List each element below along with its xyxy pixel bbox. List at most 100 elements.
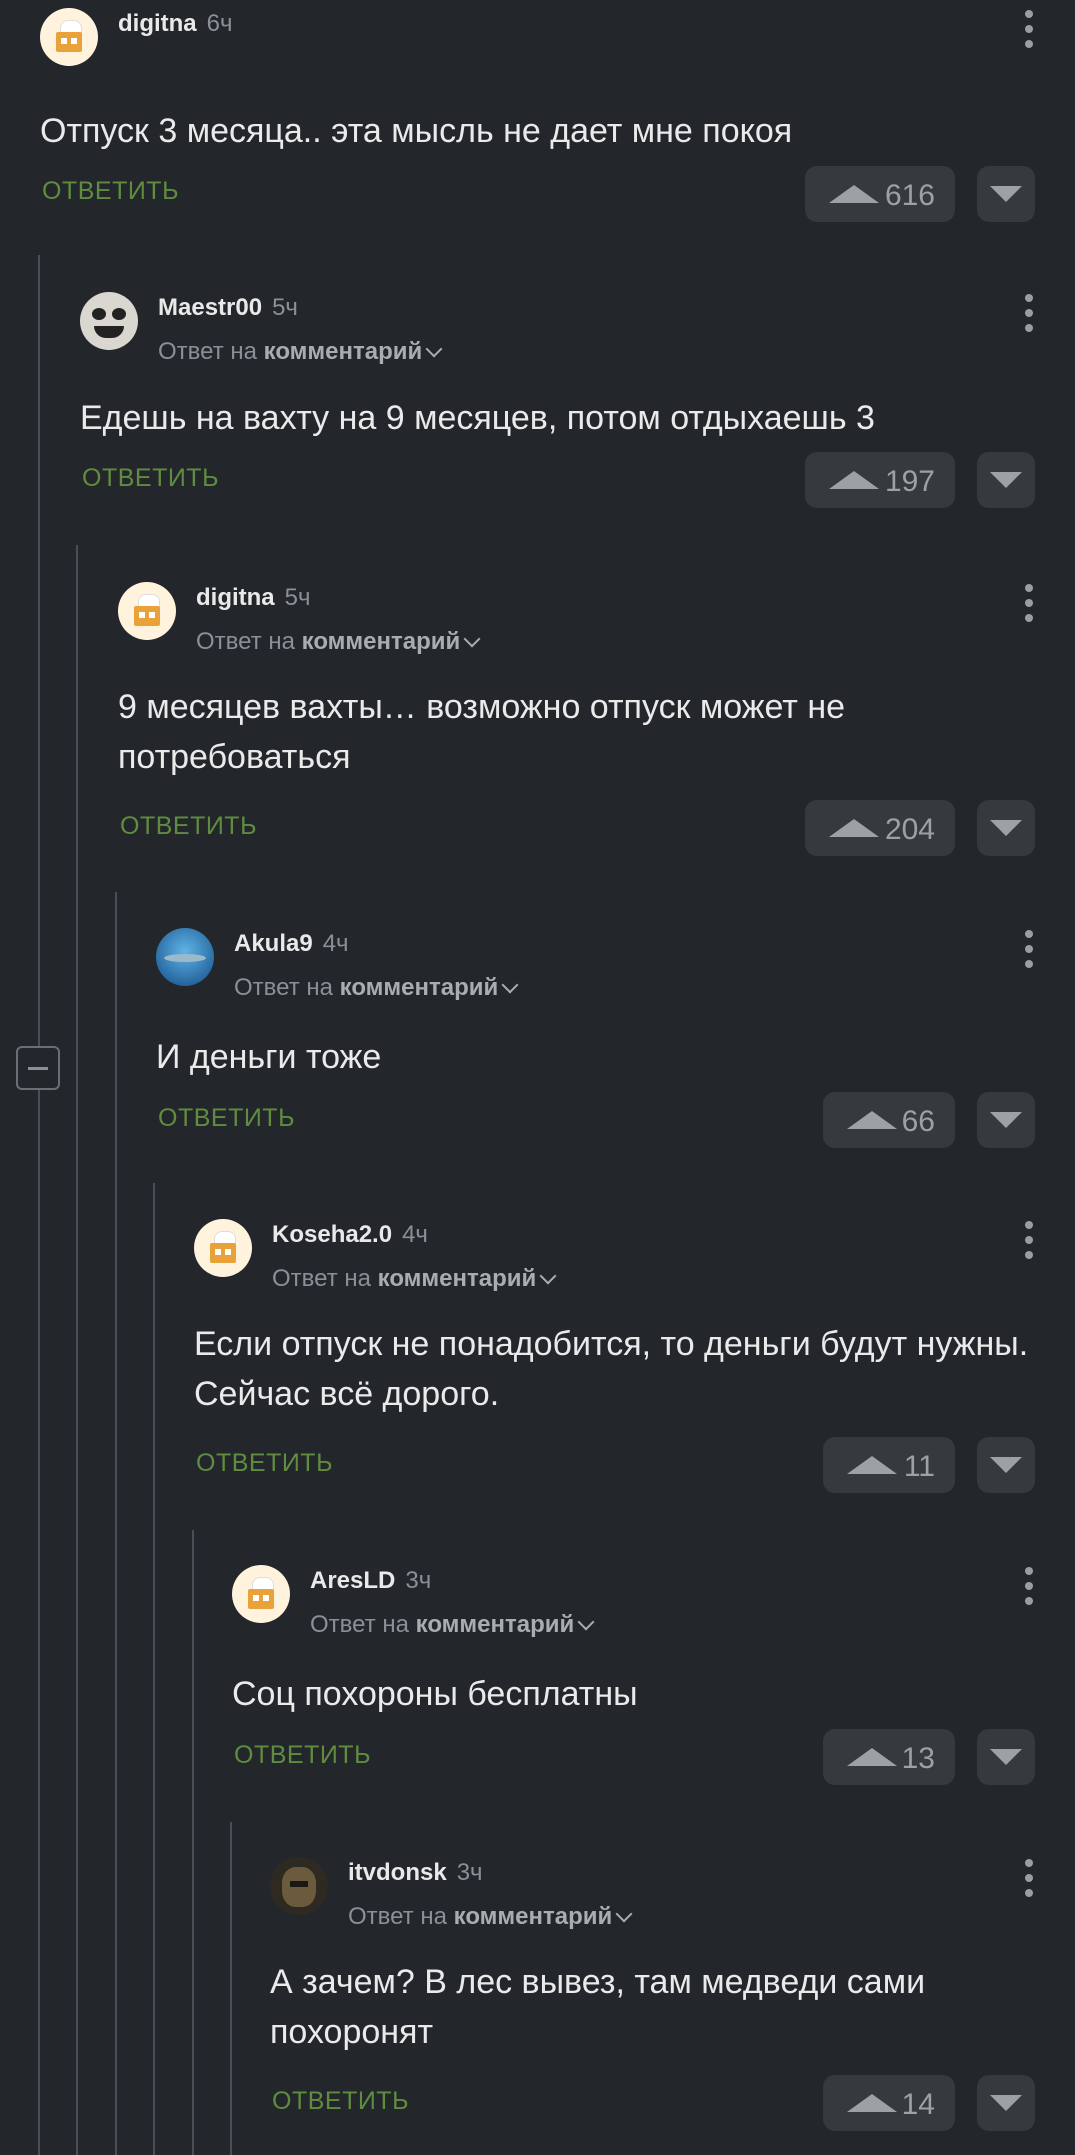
comment-text: 9 месяцев вахты… возможно отпуск может н… [118,688,846,776]
comment: digitna 5ч Ответ на комментарий 9 месяцев… [118,578,1075,858]
vote-count: 204 [884,813,935,846]
vote-count: 66 [901,1105,935,1138]
hedgehog-avatar[interactable] [270,1857,328,1915]
chevron-down-icon [539,1267,557,1285]
reply-button[interactable]: ОТВЕТИТЬ [234,1741,371,1770]
reply-button[interactable]: ОТВЕТИТЬ [272,2087,409,2116]
more-options-icon[interactable] [1025,1859,1033,1897]
upvote-button[interactable]: 14 [823,2075,955,2131]
downvote-icon [990,472,1022,488]
upvote-icon [829,471,879,489]
comment-time: 4ч [322,930,349,957]
more-options-icon[interactable] [1025,1567,1033,1605]
comment: AresLD 3ч Ответ на комментарий Соц похоро… [232,1561,1075,1785]
cake-avatar[interactable] [232,1565,290,1623]
downvote-button[interactable] [977,2075,1035,2131]
comment: Maestr00 5ч Ответ на комментарий Едешь на… [80,288,1075,508]
comment-time: 5ч [272,294,298,321]
downvote-button[interactable] [977,1729,1035,1785]
chevron-down-icon [501,976,519,994]
comment-time: 3ч [456,1859,483,1886]
reply-button[interactable]: ОТВЕТИТЬ [158,1104,295,1133]
downvote-button[interactable] [977,166,1035,222]
comment-time: 3ч [405,1567,432,1594]
collapse-thread-button[interactable] [16,1046,60,1090]
downvote-button[interactable] [977,1437,1035,1493]
cake-avatar[interactable] [118,582,176,640]
reply-button[interactable]: ОТВЕТИТЬ [82,464,219,493]
downvote-icon [990,2095,1022,2111]
thread-line-1 [38,255,40,2155]
downvote-button[interactable] [977,452,1035,508]
vote-count: 13 [901,1742,935,1775]
comment: Koseha2.0 4ч Ответ на комментарий Если от… [194,1215,1075,1495]
comment-text: И деньги тоже [156,1038,382,1076]
downvote-button[interactable] [977,800,1035,856]
reply-button[interactable]: ОТВЕТИТЬ [196,1449,333,1478]
reply-to[interactable]: Ответ на комментарий [310,1611,595,1639]
comment-text: А зачем? В лес вывез, там медведи сами п… [270,1963,926,2051]
reply-to[interactable]: Ответ на комментарий [272,1265,557,1293]
vote-count: 14 [901,2088,935,2121]
upvote-button[interactable]: 616 [805,166,955,222]
comment-time: 4ч [402,1221,428,1248]
upvote-icon [847,2094,897,2112]
upvote-icon [829,185,879,203]
reply-to[interactable]: Ответ на комментарий [234,974,519,1002]
vote-count: 197 [884,465,935,498]
comment-text: Если отпуск не понадобится, то деньги бу… [194,1325,1029,1413]
thread-line-5 [192,1530,194,2155]
reply-to[interactable]: Ответ на комментарий [158,338,443,366]
downvote-icon [990,186,1022,202]
downvote-button[interactable] [977,1092,1035,1148]
downvote-icon [990,1112,1022,1128]
reply-to[interactable]: Ответ на комментарий [348,1903,633,1931]
upvote-button[interactable]: 197 [805,452,955,508]
downvote-icon [990,820,1022,836]
more-options-icon[interactable] [1025,10,1033,48]
chevron-down-icon [425,340,443,358]
username[interactable]: digitna 6ч [118,10,233,38]
reply-button[interactable]: ОТВЕТИТЬ [120,812,257,841]
cake-avatar[interactable] [194,1219,252,1277]
upvote-button[interactable]: 204 [805,800,955,856]
comment-time: 6ч [206,10,233,37]
more-options-icon[interactable] [1025,584,1033,622]
thread-line-2 [76,545,78,2155]
comment-text: Соц похороны бесплатны [232,1675,638,1713]
panda-avatar[interactable] [80,292,138,350]
comment-text: Едешь на вахту на 9 месяцев, потом отдых… [80,399,875,437]
username[interactable]: digitna 5ч [196,584,311,612]
thread-line-4 [153,1183,155,2155]
upvote-icon [847,1456,897,1474]
username[interactable]: Koseha2.0 4ч [272,1221,428,1249]
vote-count: 11 [903,1450,935,1483]
comment-text: Отпуск 3 месяца.. эта мысль не дает мне … [40,112,793,150]
thread-line-3 [115,892,117,2155]
reply-to[interactable]: Ответ на комментарий [196,628,481,656]
downvote-icon [990,1457,1022,1473]
more-options-icon[interactable] [1025,930,1033,968]
comment: digitna 6ч Отпуск 3 месяца.. эта мысль не… [40,4,1075,224]
cake-avatar[interactable] [40,8,98,66]
upvote-button[interactable]: 13 [823,1729,955,1785]
more-options-icon[interactable] [1025,294,1033,332]
vote-count: 616 [884,179,935,212]
upvote-icon [847,1748,897,1766]
shark-avatar[interactable] [156,928,214,986]
username[interactable]: AresLD 3ч [310,1567,431,1595]
upvote-button[interactable]: 11 [823,1437,955,1493]
username[interactable]: Maestr00 5ч [158,294,298,322]
thread-line-6 [230,1822,232,2155]
upvote-button[interactable]: 66 [823,1092,955,1148]
upvote-icon [829,819,879,837]
more-options-icon[interactable] [1025,1221,1033,1259]
comment-time: 5ч [284,584,311,611]
downvote-icon [990,1749,1022,1765]
comment: itvdonsk 3ч Ответ на комментарий А зачем?… [270,1853,1075,2133]
reply-button[interactable]: ОТВЕТИТЬ [42,177,179,206]
upvote-icon [847,1111,897,1129]
username[interactable]: Akula9 4ч [234,930,349,958]
username[interactable]: itvdonsk 3ч [348,1859,483,1887]
chevron-down-icon [463,630,481,648]
